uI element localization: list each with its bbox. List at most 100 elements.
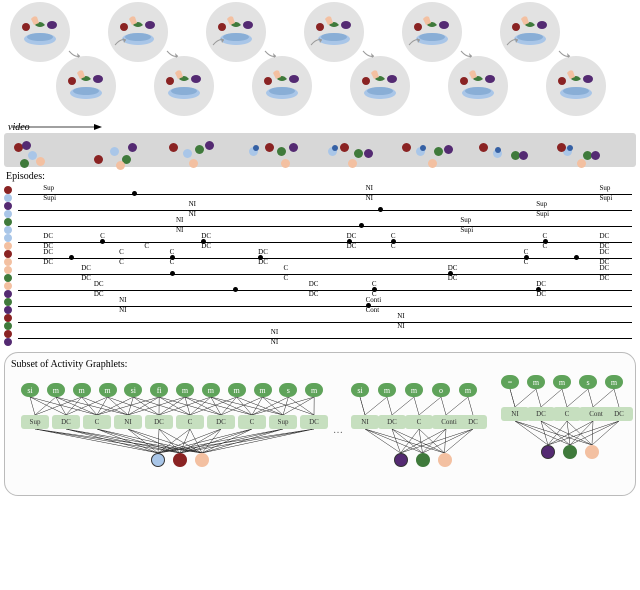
graph-spatial-node: C: [83, 415, 111, 429]
video-object-dot: [22, 141, 31, 150]
video-object-dot: [169, 143, 178, 152]
episode-label-bottom: C: [391, 243, 396, 250]
episode-label-bottom: C: [119, 259, 124, 266]
graph-entity-dot: [585, 445, 599, 459]
video-object-dot: [354, 149, 363, 158]
episode-label-top: C: [524, 249, 529, 256]
graph-temporal-node: m: [405, 383, 423, 397]
episode-label-top: NI: [119, 297, 126, 304]
episode-label-top: DC: [599, 233, 609, 240]
episode-label-bottom: C: [144, 243, 149, 250]
graph-temporal-node: m: [459, 383, 477, 397]
episode-label-bottom: DC: [43, 259, 53, 266]
video-object-dot: [20, 159, 29, 168]
graph-spatial-node: DC: [605, 407, 633, 421]
scene-arrow: [460, 50, 474, 58]
episode-label-top: DC: [258, 249, 268, 256]
graph-entity-dot: [438, 453, 452, 467]
scene: [304, 2, 364, 62]
video-object-dot: [189, 159, 198, 168]
episode-event-dot: [233, 287, 238, 292]
video-object-dot: [364, 149, 373, 158]
episode-label-top: DC: [448, 265, 458, 272]
episode-pair-icon: [4, 218, 14, 234]
scene-arrow: [212, 38, 226, 46]
scene: [56, 56, 116, 116]
graph-entity-dot: [173, 453, 187, 467]
episode-label-bottom: DC: [258, 259, 268, 266]
video-object-dot: [444, 145, 453, 154]
episode-label-top: C: [119, 249, 124, 256]
episode-pair-icon: [4, 186, 14, 202]
graph-spatial-node: DC: [207, 415, 235, 429]
video-object-dot: [348, 159, 357, 168]
ellipsis-icon: …: [333, 425, 343, 436]
video-label: video: [8, 122, 640, 133]
graph-spatial-node: Sup: [269, 415, 297, 429]
episode-line: [18, 322, 632, 323]
episode-label-bottom: C: [170, 259, 175, 266]
video-object-dot: [340, 143, 349, 152]
scene: [108, 2, 168, 62]
video-object-dot: [428, 159, 437, 168]
graph-entity-dot: [151, 453, 165, 467]
episode-label-top: DC: [43, 233, 53, 240]
episode-line: [18, 306, 632, 307]
graph-temporal-node: si: [21, 383, 39, 397]
episode-row: DCDCCCCCDCDCCCDCDC: [4, 250, 636, 266]
scene: [402, 2, 462, 62]
episode-label-top: DC: [94, 281, 104, 288]
episode-label-bottom: DC: [309, 291, 319, 298]
episode-label-top: NI: [176, 217, 183, 224]
episode-label-bottom: DC: [536, 291, 546, 298]
episode-pair-icon: [4, 282, 14, 298]
episode-label-top: DC: [81, 265, 91, 272]
episode-label-bottom: NI: [366, 195, 373, 202]
episode-pair-icon: [4, 298, 14, 314]
graph-spatial-node: NI: [501, 407, 529, 421]
episode-label-top: Conti: [366, 297, 382, 304]
graph-spatial-node: DC: [459, 415, 487, 429]
video-object-dot: [116, 161, 125, 170]
episode-row: NINI: [4, 330, 636, 346]
graph-spatial-node: NI: [351, 415, 379, 429]
episode-label-bottom: Supi: [536, 211, 549, 218]
episode-label-bottom: DC: [81, 275, 91, 282]
video-object-dot: [434, 147, 443, 156]
video-object-dot: [402, 143, 411, 152]
video-object-dot: [332, 145, 338, 151]
scene-arrow: [114, 38, 128, 46]
graph-entity-dot: [416, 453, 430, 467]
graph-temporal-node: =: [501, 375, 519, 389]
episode-label-bottom: NI: [119, 307, 126, 314]
episode-label-top: Sup: [536, 201, 547, 208]
scene-arrow: [310, 38, 324, 46]
episode-label-top: DC: [536, 281, 546, 288]
episode-label-bottom: NI: [189, 211, 196, 218]
episode-label-top: NI: [366, 185, 373, 192]
graphlets-panel: Subset of Activity Graphlets: simmmsifim…: [4, 352, 636, 496]
graph-temporal-node: s: [279, 383, 297, 397]
episode-pair-icon: [4, 266, 14, 282]
episode-label-bottom: NI: [397, 323, 404, 330]
activity-graphlet: =mmsmNIDCCContDC: [501, 375, 631, 475]
episode-label-bottom: Cont: [366, 307, 380, 314]
graph-spatial-node: C: [238, 415, 266, 429]
video-object-dot: [557, 143, 566, 152]
episode-label-top: DC: [599, 265, 609, 272]
episode-line: [18, 194, 632, 195]
episode-label-top: Sup: [43, 185, 54, 192]
episode-label-top: C: [100, 233, 105, 240]
episode-label-top: DC: [43, 249, 53, 256]
episode-event-dot: [378, 207, 383, 212]
episode-label-top: DC: [599, 249, 609, 256]
episode-line: [18, 274, 632, 275]
scene: [546, 56, 606, 116]
episode-pair-icon: [4, 234, 14, 250]
video-object-dot: [277, 147, 286, 156]
video-object-dot: [567, 145, 573, 151]
graph-temporal-node: m: [378, 383, 396, 397]
scene-arrow: [408, 38, 422, 46]
video-object-dot: [110, 147, 119, 156]
episode-event-dot: [132, 191, 137, 196]
